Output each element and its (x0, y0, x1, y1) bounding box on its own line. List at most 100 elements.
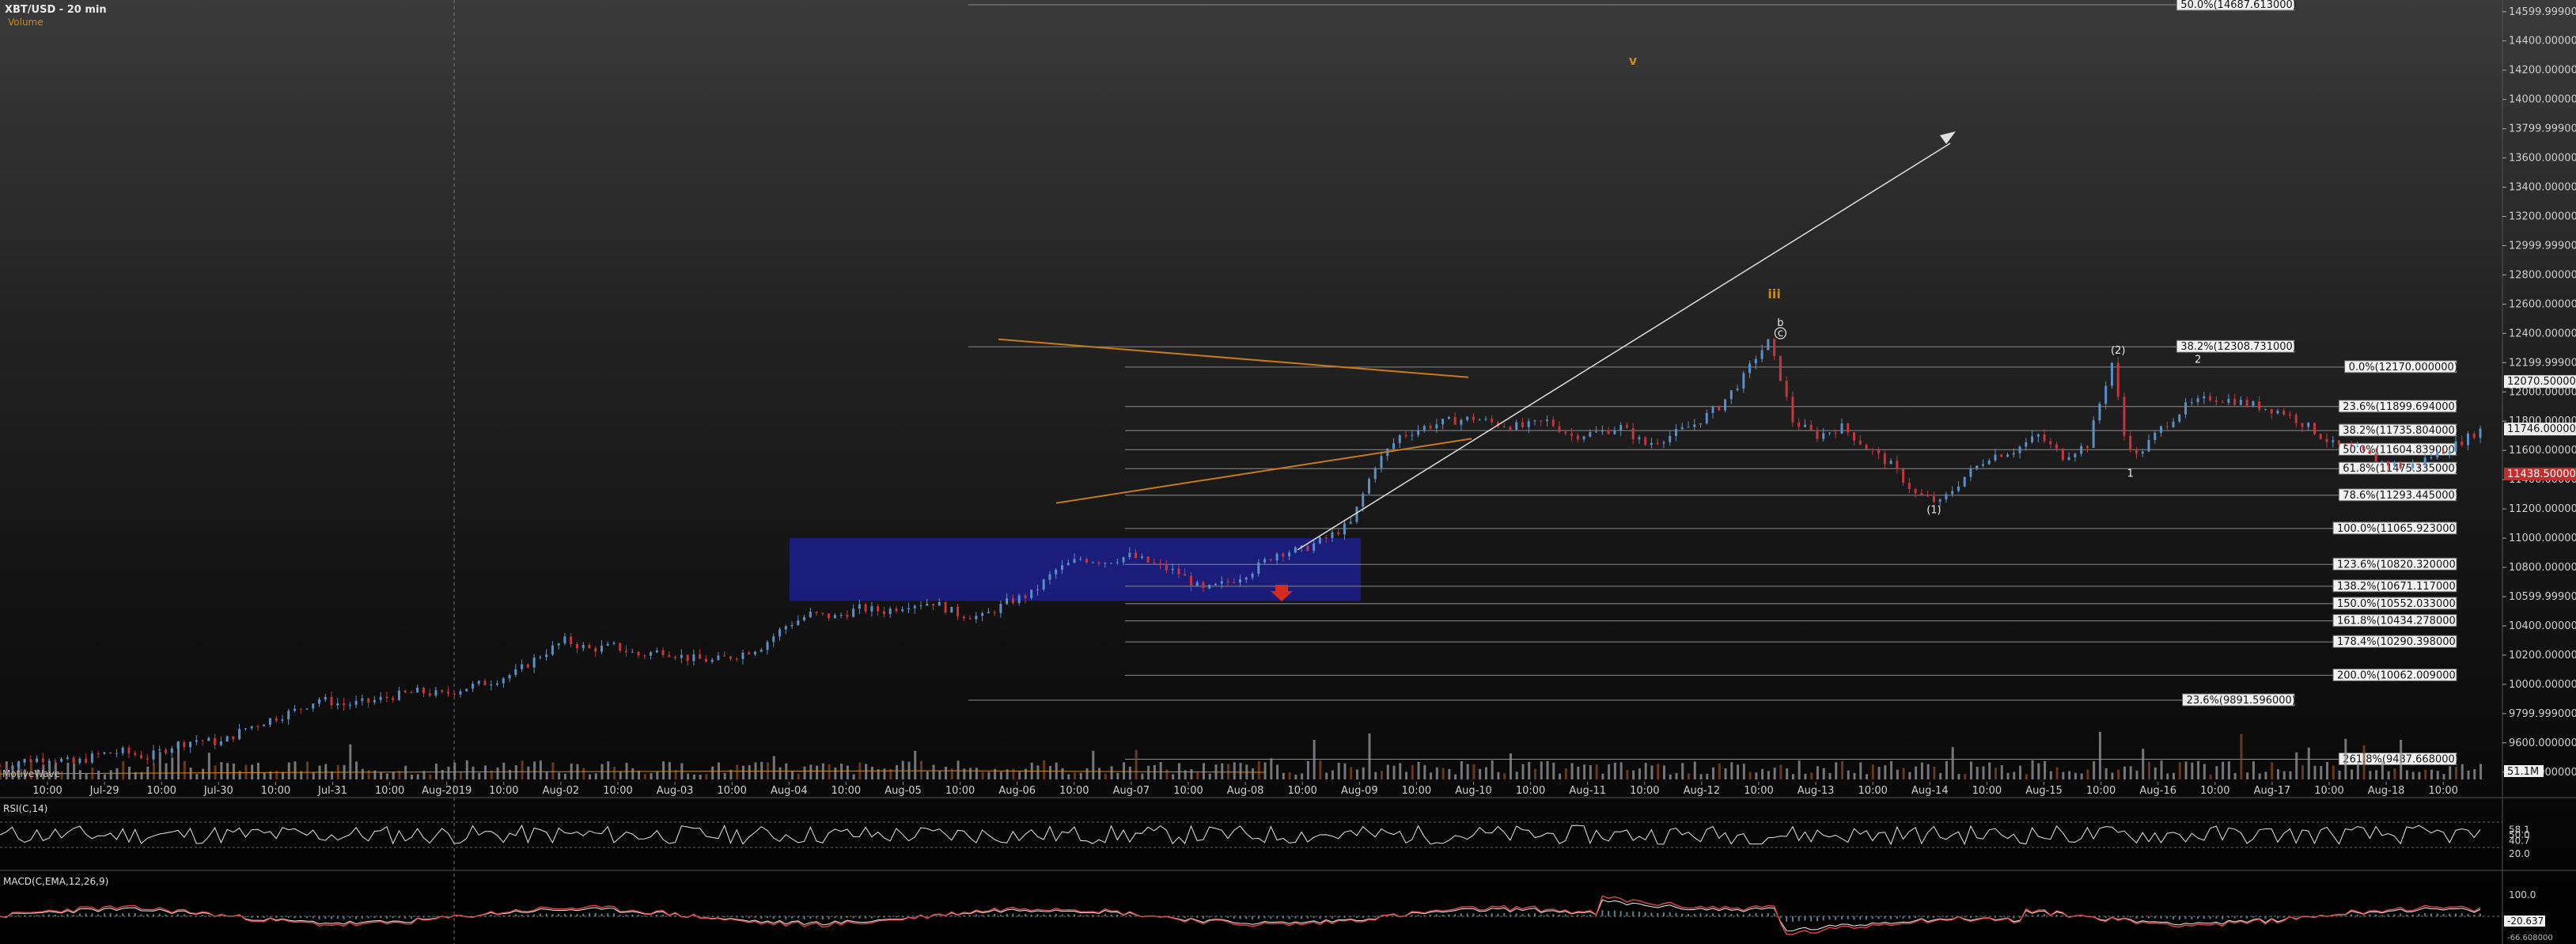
macd-hist-bar (367, 916, 369, 919)
candle-body (127, 747, 131, 753)
candle-body (968, 618, 972, 620)
macd-hist-bar (1448, 914, 1450, 916)
candle-body (85, 758, 88, 763)
candle-body (2190, 402, 2193, 404)
volume-bar (2123, 766, 2126, 779)
candle-body (1680, 427, 1684, 430)
volume-bar (2000, 764, 2003, 779)
time-axis[interactable]: 10:00 Jul-29 10:00 Jul-30 10:00 Jul-31 10:00 Au… (32, 782, 2458, 797)
volume-bar (1497, 772, 1500, 779)
volume-bar (1405, 772, 1408, 779)
volume-bar (1589, 765, 1592, 779)
macd-hist-bar (2276, 916, 2279, 919)
candle-body (287, 711, 290, 720)
candle-body (938, 601, 941, 606)
macd-axis-label: 100.0 (2509, 889, 2536, 900)
volume-bar (183, 760, 186, 779)
macd-hist-bar (852, 916, 854, 919)
volume-bar (1644, 763, 1647, 779)
volume-bar (496, 767, 499, 779)
volume-bar (1043, 760, 1046, 779)
macd-hist-bar (1301, 916, 1303, 919)
macd-hist-bar (1828, 916, 1831, 920)
macd-hist-bar (1491, 913, 1493, 916)
volume-bar (2044, 760, 2047, 779)
y-tick-label: 14000.000000 (2509, 94, 2576, 106)
volume-bar (2313, 765, 2317, 779)
macd-hist-bar (821, 916, 824, 920)
candle-body (1220, 581, 1223, 584)
macd-hist-bar (416, 916, 419, 917)
macd-hist-bar (1460, 913, 1462, 916)
macd-hist-bar (1577, 915, 1579, 916)
candle-body (29, 759, 32, 762)
macd-hist-bar (1675, 912, 1677, 916)
volume-bar (699, 774, 702, 779)
volume-bar (2104, 768, 2108, 779)
macd-hist-bar (1441, 914, 1444, 916)
volume-bar (1657, 764, 1660, 779)
candle-body (1816, 430, 1819, 439)
fib-label: 200.0%(10062.009000) (2337, 669, 2460, 681)
macd-hist-bar (1804, 916, 1806, 921)
volume-bar (803, 766, 806, 779)
chart-canvas[interactable]: 0.0%(12170.000000) 23.6%(11899.694000) 38.… (0, 0, 2576, 944)
volume-bar (1386, 764, 1389, 779)
candle-body (606, 643, 609, 646)
volume-bar (1920, 762, 1923, 779)
volume-bar (1662, 765, 1665, 779)
volume-bar (650, 772, 653, 779)
macd-hist-bar (889, 916, 892, 918)
candle-body (2430, 457, 2433, 459)
macd-hist-bar (1755, 913, 1757, 916)
volume-bar (551, 762, 555, 779)
volume-bar (2338, 770, 2341, 779)
macd-panel: MACD(C,EMA,12,26,9) 100.0 -20.637 -66.60800… (0, 876, 2553, 942)
candle-body (2239, 400, 2242, 405)
candle-body (78, 758, 81, 764)
volume-bar (1190, 768, 1193, 779)
volume-bar (171, 757, 174, 779)
volume-bar (2209, 774, 2212, 779)
macd-hist-bar (324, 916, 327, 919)
volume-bar (306, 761, 309, 779)
volume-bar (1534, 768, 1536, 779)
candle-body (2221, 401, 2224, 403)
volume-bar (2160, 760, 2163, 779)
volume-bar (2086, 769, 2089, 779)
volume-bar (1822, 768, 1825, 779)
macd-hist-bar (2313, 916, 2316, 917)
macd-hist-bar (1172, 916, 1174, 917)
macd-hist-bar (1976, 916, 1978, 918)
candle-body (2160, 426, 2163, 433)
upper-trend-line (998, 338, 1469, 378)
candle-body (2307, 423, 2310, 427)
candle-body (1987, 460, 1991, 464)
volume-label: Volume (8, 17, 44, 28)
candle-body (2368, 450, 2371, 454)
volume-bar (1460, 760, 1463, 779)
macd-hist-bar (1497, 913, 1499, 916)
price-axis[interactable]: 14599.999000 14400.000000 14200.000000 1400… (2502, 6, 2576, 779)
volume-bar (2068, 771, 2071, 779)
macd-hist-bar (999, 915, 1002, 916)
candle-body (2233, 399, 2237, 405)
x-tick-label: Aug-18 (2368, 785, 2405, 797)
macd-hist-bar (2006, 916, 2009, 917)
candle-body (1638, 437, 1641, 440)
volume-bar (1466, 764, 1469, 779)
macd-hist-bar (2381, 915, 2383, 916)
y-tick-label: 10599.999000 (2509, 591, 2576, 603)
x-tick-label: Aug-05 (885, 785, 922, 797)
candle-body (1926, 495, 1930, 497)
candle-body (2154, 432, 2157, 440)
price-tag-label: 11746.000000 (2507, 423, 2576, 435)
macd-hist-bar (1835, 916, 1837, 920)
candle-body (895, 608, 898, 612)
volume-bar (1890, 760, 1893, 779)
macd-hist-bar (349, 916, 351, 919)
macd-hist-bar (914, 916, 916, 917)
candle-body (2387, 461, 2390, 466)
macd-hist-bar (1877, 916, 1880, 919)
candle-body (1779, 355, 1782, 381)
